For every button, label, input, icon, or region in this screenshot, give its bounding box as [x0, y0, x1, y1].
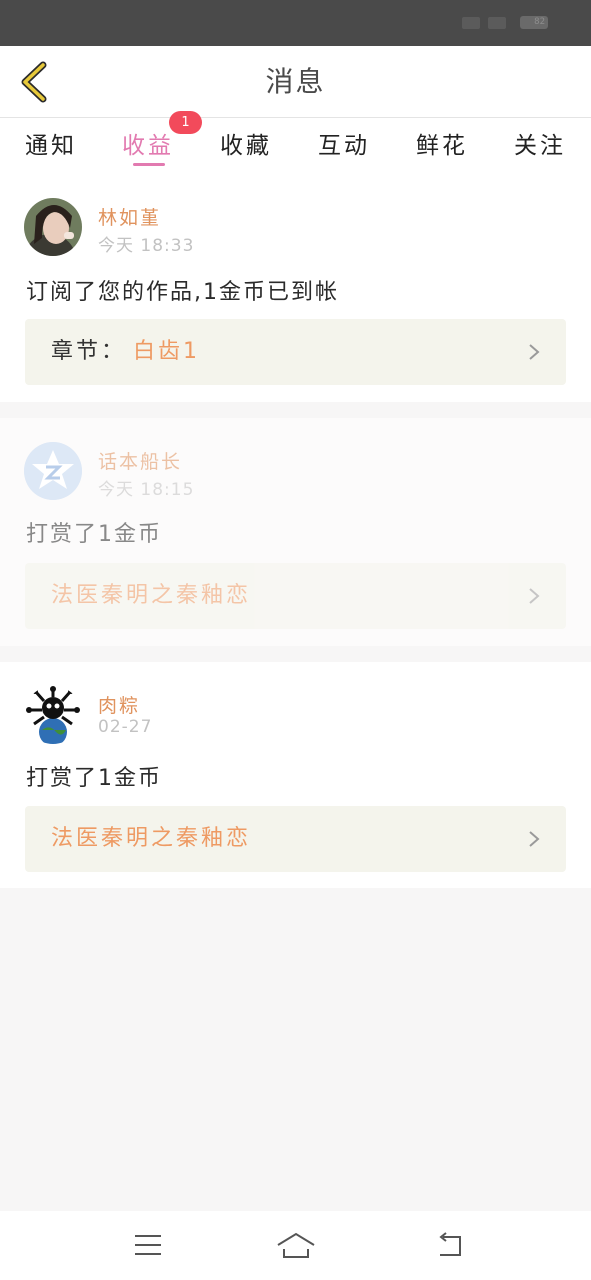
username[interactable]: 话本船长: [98, 447, 182, 474]
menu-button[interactable]: [128, 1228, 168, 1262]
timestamp: 02-27: [98, 717, 153, 737]
avatar[interactable]: [24, 686, 82, 744]
timestamp: 今天 18:33: [98, 236, 195, 256]
page-title: 消息: [265, 65, 326, 98]
work-link[interactable]: 法医秦明之秦釉恋: [25, 806, 566, 872]
chevron-right-icon: [529, 588, 540, 604]
chapter-link[interactable]: 章节： 白齿1: [25, 319, 566, 385]
message-text: 订阅了您的作品,1金币已到帐: [26, 280, 339, 305]
system-nav-bar: [0, 1211, 591, 1280]
work-link[interactable]: 法医秦明之秦釉恋: [25, 563, 566, 629]
back-button[interactable]: [12, 58, 56, 106]
cartoon-avatar-icon: [24, 686, 82, 744]
tab-interactions[interactable]: 互动: [318, 126, 370, 166]
tab-following[interactable]: 关注: [514, 126, 566, 166]
chevron-left-icon: [21, 61, 47, 103]
message-text: 打赏了1金币: [26, 522, 162, 547]
signal-icon: [462, 17, 480, 29]
user-photo-icon: [24, 198, 82, 256]
home-button[interactable]: [276, 1228, 316, 1262]
active-tab-indicator: [133, 163, 165, 166]
username[interactable]: 林如堇: [98, 203, 161, 230]
link-prefix: 章节：: [51, 339, 127, 364]
tab-flowers[interactable]: 鲜花: [416, 126, 468, 166]
chevron-right-icon: [529, 344, 540, 360]
menu-icon: [135, 1235, 161, 1255]
message-text: 打赏了1金币: [26, 766, 162, 791]
tab-earnings[interactable]: 收益: [122, 126, 174, 166]
timestamp: 今天 18:15: [98, 480, 195, 500]
username[interactable]: 肉粽: [98, 691, 140, 718]
wifi-icon: [488, 17, 506, 29]
chevron-right-icon: [529, 831, 540, 847]
link-title: 白齿1: [133, 339, 200, 364]
message-card: 林如堇 今天 18:33 订阅了您的作品,1金币已到帐 章节： 白齿1: [0, 174, 591, 402]
battery-indicator: 82: [520, 16, 548, 29]
header: 消息: [0, 46, 591, 118]
tab-bar: 通知 收益 收藏 互动 鲜花 关注: [0, 118, 591, 174]
status-bar: 82: [0, 0, 591, 46]
message-card: 肉粽 02-27 打赏了1金币 法医秦明之秦釉恋: [0, 662, 591, 888]
back-arrow-icon: [439, 1232, 461, 1256]
home-icon: [277, 1232, 315, 1258]
tab-notifications[interactable]: 通知: [25, 126, 77, 166]
unread-badge: 1: [169, 111, 202, 134]
link-title: 法医秦明之秦釉恋: [51, 826, 252, 851]
tab-favorites[interactable]: 收藏: [220, 126, 272, 166]
avatar[interactable]: [24, 198, 82, 256]
avatar[interactable]: [24, 442, 82, 500]
app-logo-icon: [24, 442, 82, 500]
back-nav-button[interactable]: [430, 1228, 470, 1262]
message-card: 话本船长 今天 18:15 打赏了1金币 法医秦明之秦釉恋: [0, 418, 591, 646]
link-title: 法医秦明之秦釉恋: [51, 583, 252, 608]
